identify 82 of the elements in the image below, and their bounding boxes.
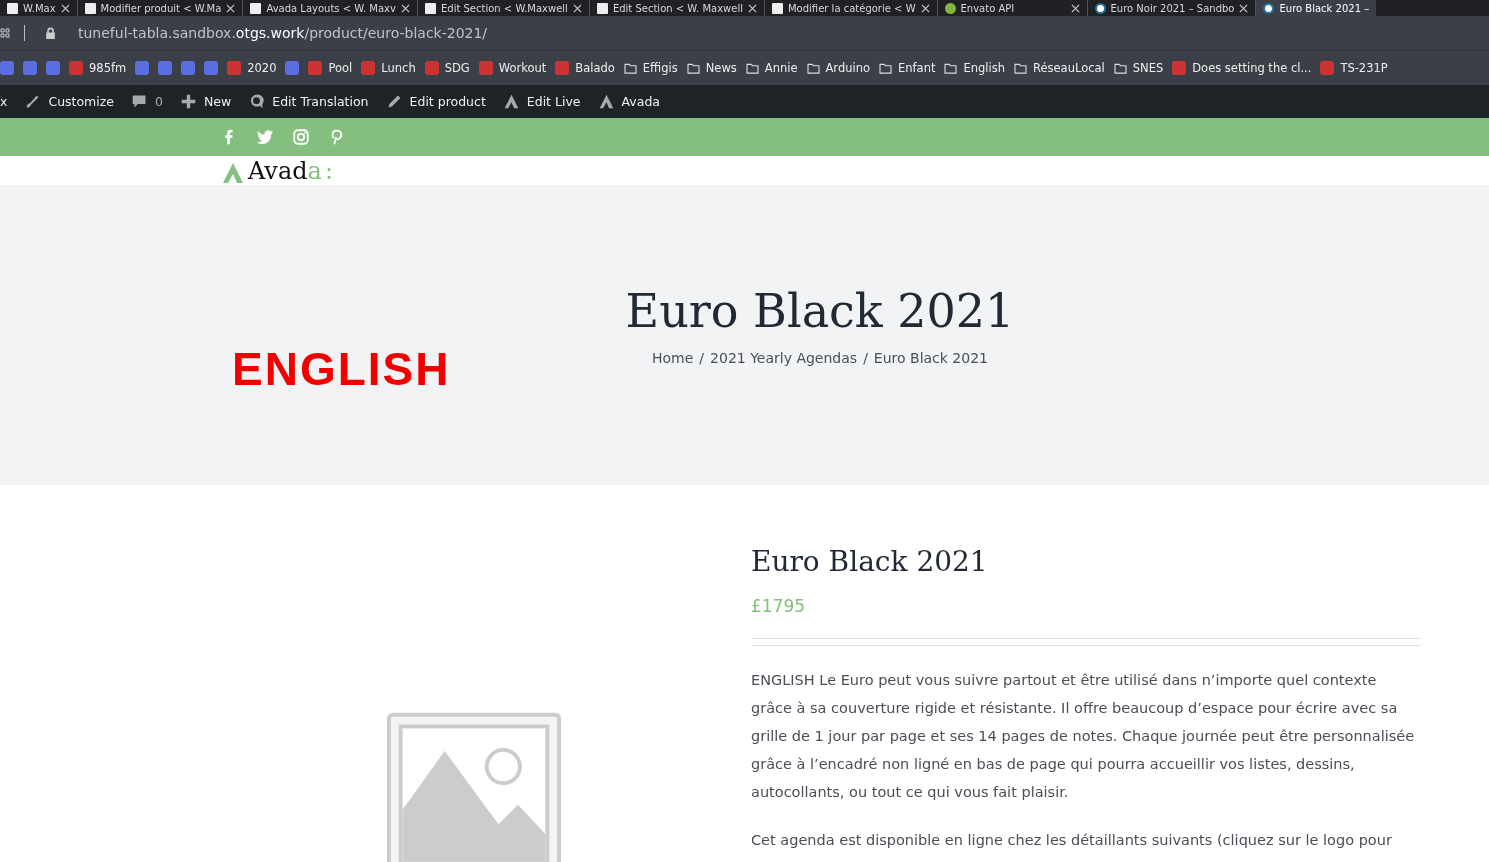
bookmark[interactable]: 985fm bbox=[69, 61, 127, 75]
page-icon bbox=[424, 2, 436, 14]
admin-bar-item[interactable]: x bbox=[0, 94, 8, 109]
favicon-icon bbox=[361, 61, 376, 75]
folder-icon bbox=[686, 62, 700, 74]
page-title: Euro Black 2021 bbox=[625, 284, 1015, 338]
admin-bar-item[interactable]: Avada bbox=[597, 93, 660, 110]
folder-icon bbox=[879, 62, 892, 74]
bookmark-folder[interactable]: RéseauLocal bbox=[1014, 61, 1105, 75]
bookmark-folder[interactable]: Effigis bbox=[623, 61, 678, 75]
folder-icon bbox=[806, 62, 820, 74]
lock-icon bbox=[45, 26, 56, 40]
favicon-icon bbox=[1172, 61, 1187, 75]
bookmark[interactable]: TS-231P bbox=[1320, 61, 1388, 75]
admin-bar-item[interactable]: Edit product bbox=[385, 93, 486, 110]
page-icon bbox=[772, 2, 783, 14]
breadcrumb-separator: / bbox=[699, 350, 705, 366]
close-icon[interactable] bbox=[226, 3, 236, 13]
favicon-icon bbox=[555, 61, 570, 75]
close-icon[interactable] bbox=[60, 3, 70, 13]
close-icon[interactable] bbox=[920, 3, 930, 13]
plus-icon bbox=[180, 93, 197, 110]
close-icon[interactable] bbox=[400, 3, 410, 13]
favicon-icon bbox=[308, 61, 323, 75]
favicon-icon bbox=[69, 61, 83, 75]
apps-icon[interactable] bbox=[0, 28, 10, 38]
admin-bar-item[interactable]: New bbox=[180, 93, 232, 110]
avada-logo[interactable]: Avada: bbox=[222, 157, 333, 184]
page-icon bbox=[250, 2, 262, 14]
favicon-icon[interactable] bbox=[181, 61, 196, 75]
favicon-icon[interactable] bbox=[158, 61, 173, 75]
favicon-icon[interactable] bbox=[285, 61, 300, 75]
folder-icon bbox=[944, 62, 958, 74]
bookmark-folder[interactable]: Arduino bbox=[806, 61, 870, 75]
bookmark-folder[interactable]: Annie bbox=[745, 61, 798, 75]
language-label: ENGLISH bbox=[232, 345, 451, 393]
breadcrumb-link[interactable]: Home bbox=[652, 350, 694, 366]
folder-icon bbox=[1014, 62, 1027, 74]
bookmark-folder[interactable]: Enfant bbox=[879, 61, 936, 75]
folder-icon bbox=[623, 62, 637, 74]
admin-bar-item[interactable]: Edit Live bbox=[502, 93, 581, 110]
breadcrumb-separator: / bbox=[863, 350, 868, 366]
favicon-icon[interactable] bbox=[204, 61, 219, 75]
favicon-icon bbox=[227, 61, 242, 75]
twitter-icon[interactable] bbox=[256, 128, 274, 146]
bookmark[interactable]: SDG bbox=[424, 61, 470, 75]
bookmark[interactable]: Workout bbox=[478, 61, 547, 75]
folder-icon bbox=[1113, 62, 1127, 74]
browser-tab[interactable]: Euro Black 2021 – bbox=[1256, 0, 1377, 16]
bookmark-folder[interactable]: News bbox=[686, 61, 737, 75]
folder-icon bbox=[745, 62, 759, 74]
favicon-icon bbox=[424, 61, 439, 75]
close-icon[interactable] bbox=[748, 3, 757, 13]
product-description: ENGLISH Le Euro peut vous suivre partout et être utilisé dans n’importe quel contexte grâce à sa couverture rigide et résistante. Il offre beaucoup d’espace pour écrire avec sa grille de 1 jour par page et ses 14 pages de notes. Chaque journée peut être personnalisée grâce à l’encadré non ligné en bas de page qui pourra accueillir vos listes, dessins, autocollants, ou tout ce qui vous fait plaisir. bbox=[751, 671, 1416, 802]
favicon-icon[interactable] bbox=[135, 61, 150, 75]
admin-bar-item[interactable]: Customize bbox=[24, 93, 115, 110]
close-icon[interactable] bbox=[1070, 3, 1080, 13]
admin-bar-item[interactable]: 0 bbox=[131, 93, 163, 110]
url-text[interactable]: tuneful-tabla.sandbox.otgs.work/product/euro-black-2021/ bbox=[78, 25, 488, 41]
bookmark-folder[interactable]: English bbox=[944, 61, 1005, 75]
page-icon bbox=[84, 2, 96, 14]
favicon-icon bbox=[1320, 61, 1335, 75]
product-price: £1795 bbox=[751, 596, 807, 616]
bookmark[interactable]: Lunch bbox=[361, 61, 416, 75]
admin-bar-item[interactable]: Edit Translation bbox=[248, 93, 369, 110]
favicon-icon[interactable] bbox=[0, 61, 14, 75]
close-icon[interactable] bbox=[572, 3, 582, 13]
favicon-icon[interactable] bbox=[46, 61, 60, 75]
bookmark[interactable]: Pool bbox=[308, 61, 353, 75]
breadcrumb-link[interactable]: 2021 Yearly Agendas bbox=[710, 350, 858, 366]
product-description: Cet agenda est disponible en ligne chez les détaillants suivants (cliquez sur le logo pour bbox=[751, 831, 1393, 850]
bookmark-folder[interactable]: SNES bbox=[1113, 61, 1164, 75]
bookmark[interactable]: Does setting the cl... bbox=[1172, 61, 1312, 75]
product-title: Euro Black 2021 bbox=[751, 545, 989, 578]
favicon-icon bbox=[478, 61, 493, 75]
page-icon bbox=[7, 2, 18, 14]
bookmark[interactable]: 2020 bbox=[227, 61, 277, 75]
instagram-icon[interactable] bbox=[292, 128, 310, 146]
close-icon[interactable] bbox=[1239, 3, 1249, 13]
favicon-icon[interactable] bbox=[23, 61, 37, 75]
bookmark[interactable]: Balado bbox=[555, 61, 615, 75]
page-icon bbox=[596, 2, 608, 14]
